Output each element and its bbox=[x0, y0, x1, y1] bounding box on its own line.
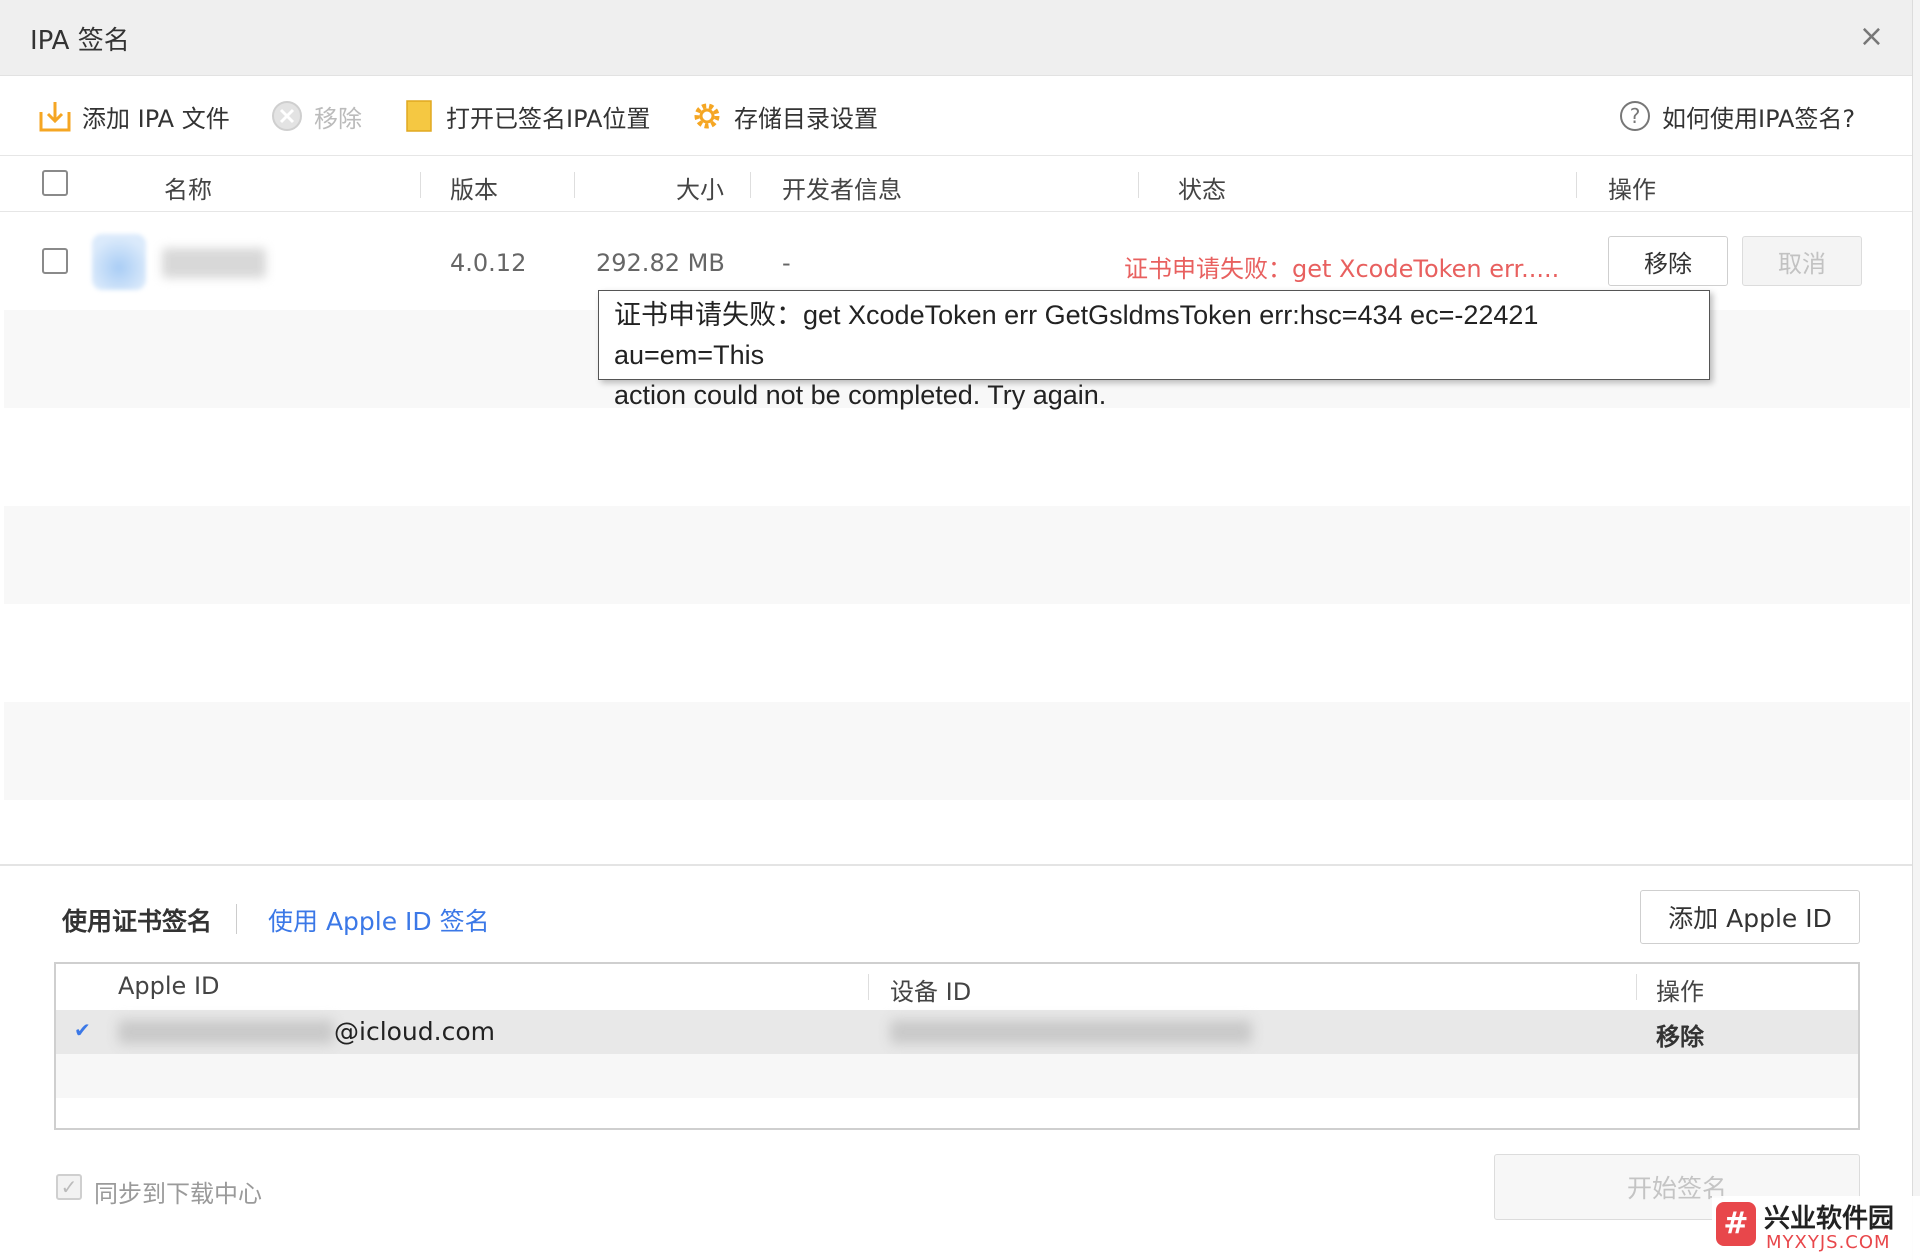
sync-checkbox[interactable]: ✓ bbox=[56, 1174, 82, 1200]
column-divider bbox=[1576, 172, 1577, 198]
watermark: # 兴业软件园 MYXYJS.COM bbox=[1712, 1196, 1920, 1260]
row-version: 4.0.12 bbox=[450, 249, 527, 277]
header-status: 状态 bbox=[1178, 176, 1226, 204]
add-apple-id-button[interactable]: 添加 Apple ID bbox=[1640, 890, 1860, 944]
row-size: 292.82 MB bbox=[596, 249, 725, 277]
file-table-header: 名称 版本 大小 开发者信息 状态 操作 bbox=[0, 156, 1912, 212]
apple-id-email-suffix: @icloud.com bbox=[334, 1017, 495, 1046]
watermark-logo-icon: # bbox=[1716, 1202, 1756, 1246]
column-divider bbox=[420, 172, 421, 198]
storage-settings-button[interactable]: 存储目录设置 bbox=[688, 96, 878, 136]
row-status-error[interactable]: 证书申请失败：get XcodeToken err..... bbox=[1124, 249, 1559, 284]
remove-button[interactable]: 移除 bbox=[268, 96, 362, 136]
apple-id-remove-link[interactable]: 移除 bbox=[1656, 1017, 1704, 1052]
header-device-id: 设备 ID bbox=[890, 978, 972, 1006]
app-name-redacted bbox=[162, 248, 266, 278]
select-all-checkbox[interactable] bbox=[42, 170, 68, 196]
gear-icon bbox=[688, 97, 726, 135]
row-checkbox[interactable] bbox=[42, 248, 68, 274]
remove-label: 移除 bbox=[314, 104, 362, 133]
storage-settings-label: 存储目录设置 bbox=[734, 104, 878, 133]
background-window-edge bbox=[1912, 0, 1920, 1260]
empty-row bbox=[4, 408, 1910, 506]
question-icon: ? bbox=[1616, 97, 1654, 135]
column-divider bbox=[750, 172, 751, 198]
empty-row bbox=[56, 1054, 1858, 1098]
apple-id-redacted bbox=[118, 1020, 334, 1044]
apple-id-table-header: Apple ID 设备 ID 操作 bbox=[56, 964, 1858, 1010]
svg-text:?: ? bbox=[1630, 104, 1641, 128]
error-tooltip: 证书申请失败：get XcodeToken err GetGsldmsToken… bbox=[598, 290, 1710, 410]
add-file-icon bbox=[36, 97, 74, 135]
row-developer: - bbox=[782, 249, 791, 277]
header-action: 操作 bbox=[1608, 176, 1656, 204]
open-signed-location-button[interactable]: 打开已签名IPA位置 bbox=[400, 96, 650, 136]
watermark-url: MYXYJS.COM bbox=[1766, 1232, 1891, 1253]
column-divider bbox=[1636, 974, 1637, 1000]
column-divider bbox=[574, 172, 575, 198]
tab-separator bbox=[236, 904, 237, 934]
tooltip-line-2: action could not be completed. Try again… bbox=[614, 380, 1107, 410]
apple-id-table: Apple ID 设备 ID 操作 ✔ @icloud.com 移除 bbox=[54, 962, 1860, 1130]
tooltip-line-1: 证书申请失败：get XcodeToken err GetGsldmsToken… bbox=[614, 300, 1539, 370]
header-version: 版本 bbox=[450, 176, 498, 204]
tab-apple-id-signing[interactable]: 使用 Apple ID 签名 bbox=[268, 902, 490, 938]
help-label: 如何使用IPA签名? bbox=[1662, 104, 1856, 133]
header-account-action: 操作 bbox=[1656, 978, 1704, 1006]
open-signed-location-label: 打开已签名IPA位置 bbox=[446, 104, 651, 133]
window-title: IPA 签名 bbox=[30, 26, 130, 56]
row-cancel-button[interactable]: 取消 bbox=[1742, 236, 1862, 286]
help-link[interactable]: ? 如何使用IPA签名? bbox=[1616, 96, 1855, 136]
empty-row bbox=[4, 604, 1910, 702]
section-divider bbox=[0, 864, 1912, 866]
app-icon bbox=[92, 234, 146, 290]
tab-certificate-signing[interactable]: 使用证书签名 bbox=[62, 902, 212, 938]
title-bar: IPA 签名 × bbox=[0, 0, 1912, 76]
header-name: 名称 bbox=[164, 176, 212, 204]
column-divider bbox=[868, 974, 869, 1000]
header-size: 大小 bbox=[676, 176, 724, 204]
add-ipa-button[interactable]: 添加 IPA 文件 bbox=[36, 96, 230, 136]
watermark-name: 兴业软件园 bbox=[1764, 1204, 1895, 1234]
apple-id-row[interactable]: ✔ @icloud.com 移除 bbox=[56, 1010, 1858, 1054]
column-divider bbox=[1138, 172, 1139, 198]
add-ipa-label: 添加 IPA 文件 bbox=[82, 104, 230, 133]
remove-circle-icon bbox=[268, 97, 306, 135]
toolbar: 添加 IPA 文件 移除 打开已签名IPA位置 存储目录设置 ? 如何使用IPA… bbox=[0, 76, 1912, 156]
header-apple-id: Apple ID bbox=[118, 972, 220, 1000]
folder-icon bbox=[400, 97, 438, 135]
check-icon: ✔ bbox=[74, 1018, 91, 1042]
device-id-redacted bbox=[890, 1020, 1252, 1044]
row-remove-button[interactable]: 移除 bbox=[1608, 236, 1728, 286]
header-developer: 开发者信息 bbox=[782, 176, 902, 204]
close-icon[interactable]: × bbox=[1859, 22, 1884, 52]
empty-row bbox=[4, 506, 1910, 604]
empty-row bbox=[4, 702, 1910, 800]
sync-label: 同步到下载中心 bbox=[94, 1180, 262, 1208]
